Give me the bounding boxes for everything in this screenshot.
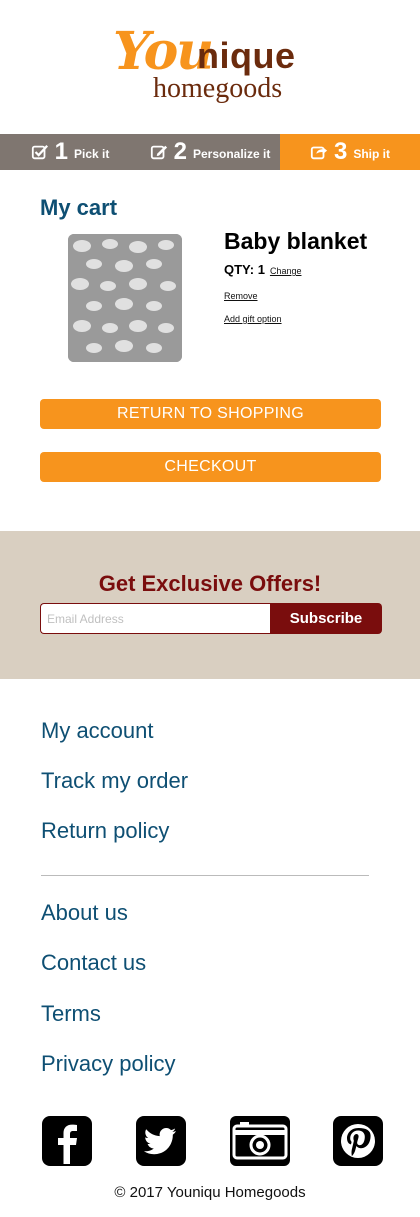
share-icon <box>310 146 328 160</box>
logo-nique: nique <box>197 35 296 76</box>
footer-link-return-policy[interactable]: Return policy <box>41 818 169 844</box>
subscribe-button[interactable]: Subscribe <box>270 603 382 634</box>
remove-item-link[interactable]: Remove <box>224 291 258 301</box>
step-number: 2 <box>173 138 187 165</box>
email-input[interactable] <box>40 603 270 634</box>
blanket-pattern <box>68 234 182 362</box>
footer-link-privacy-policy[interactable]: Privacy policy <box>41 1051 175 1077</box>
checkbox-icon <box>31 144 48 160</box>
footer-link-contact-us[interactable]: Contact us <box>41 950 146 976</box>
step-ship-it[interactable]: 3 Ship it <box>280 134 420 170</box>
step-number: 1 <box>54 138 68 165</box>
checkout-button[interactable]: CHECKOUT <box>40 452 381 482</box>
change-quantity-link[interactable]: Change <box>270 266 302 276</box>
facebook-icon[interactable] <box>42 1116 92 1166</box>
step-pick-it[interactable]: 1 Pick it <box>0 134 140 170</box>
add-gift-option-link[interactable]: Add gift option <box>224 314 282 324</box>
product-image[interactable] <box>68 234 182 362</box>
step-label: Personalize it <box>192 147 271 161</box>
edit-icon <box>150 145 167 160</box>
quantity-row: QTY: 1 Change <box>224 262 301 277</box>
product-name: Baby blanket <box>224 228 368 254</box>
twitter-icon[interactable] <box>136 1116 186 1166</box>
pinterest-icon[interactable] <box>333 1116 383 1166</box>
step-personalize-it[interactable]: 2 Personalize it <box>140 134 280 170</box>
footer-link-my-account[interactable]: My account <box>41 718 154 744</box>
step-label: Ship it <box>353 147 391 161</box>
return-to-shopping-button[interactable]: RETURN TO SHOPPING <box>40 399 381 429</box>
cart-title: My cart <box>40 195 118 220</box>
footer-link-about-us[interactable]: About us <box>41 900 128 926</box>
logo-homegoods: homegoods <box>153 73 283 104</box>
camera-icon[interactable] <box>230 1116 290 1166</box>
logo[interactable]: You nique homegoods <box>113 22 313 108</box>
copyright: © 2017 Youniqu Homegoods <box>114 1184 306 1201</box>
checkout-steps: 1 Pick it 2 Personalize it 3 Ship it <box>0 134 420 170</box>
footer-link-terms[interactable]: Terms <box>41 1001 101 1027</box>
step-label: Pick it <box>74 147 110 161</box>
header: You nique homegoods <box>0 0 420 134</box>
footer-link-track-order[interactable]: Track my order <box>41 768 188 794</box>
quantity-label: QTY: 1 <box>224 262 265 277</box>
footer-divider <box>41 875 369 876</box>
offers-title: Get Exclusive Offers! <box>98 571 322 596</box>
step-number: 3 <box>333 138 348 165</box>
exclusive-offers-section: Get Exclusive Offers! Subscribe <box>0 531 420 679</box>
